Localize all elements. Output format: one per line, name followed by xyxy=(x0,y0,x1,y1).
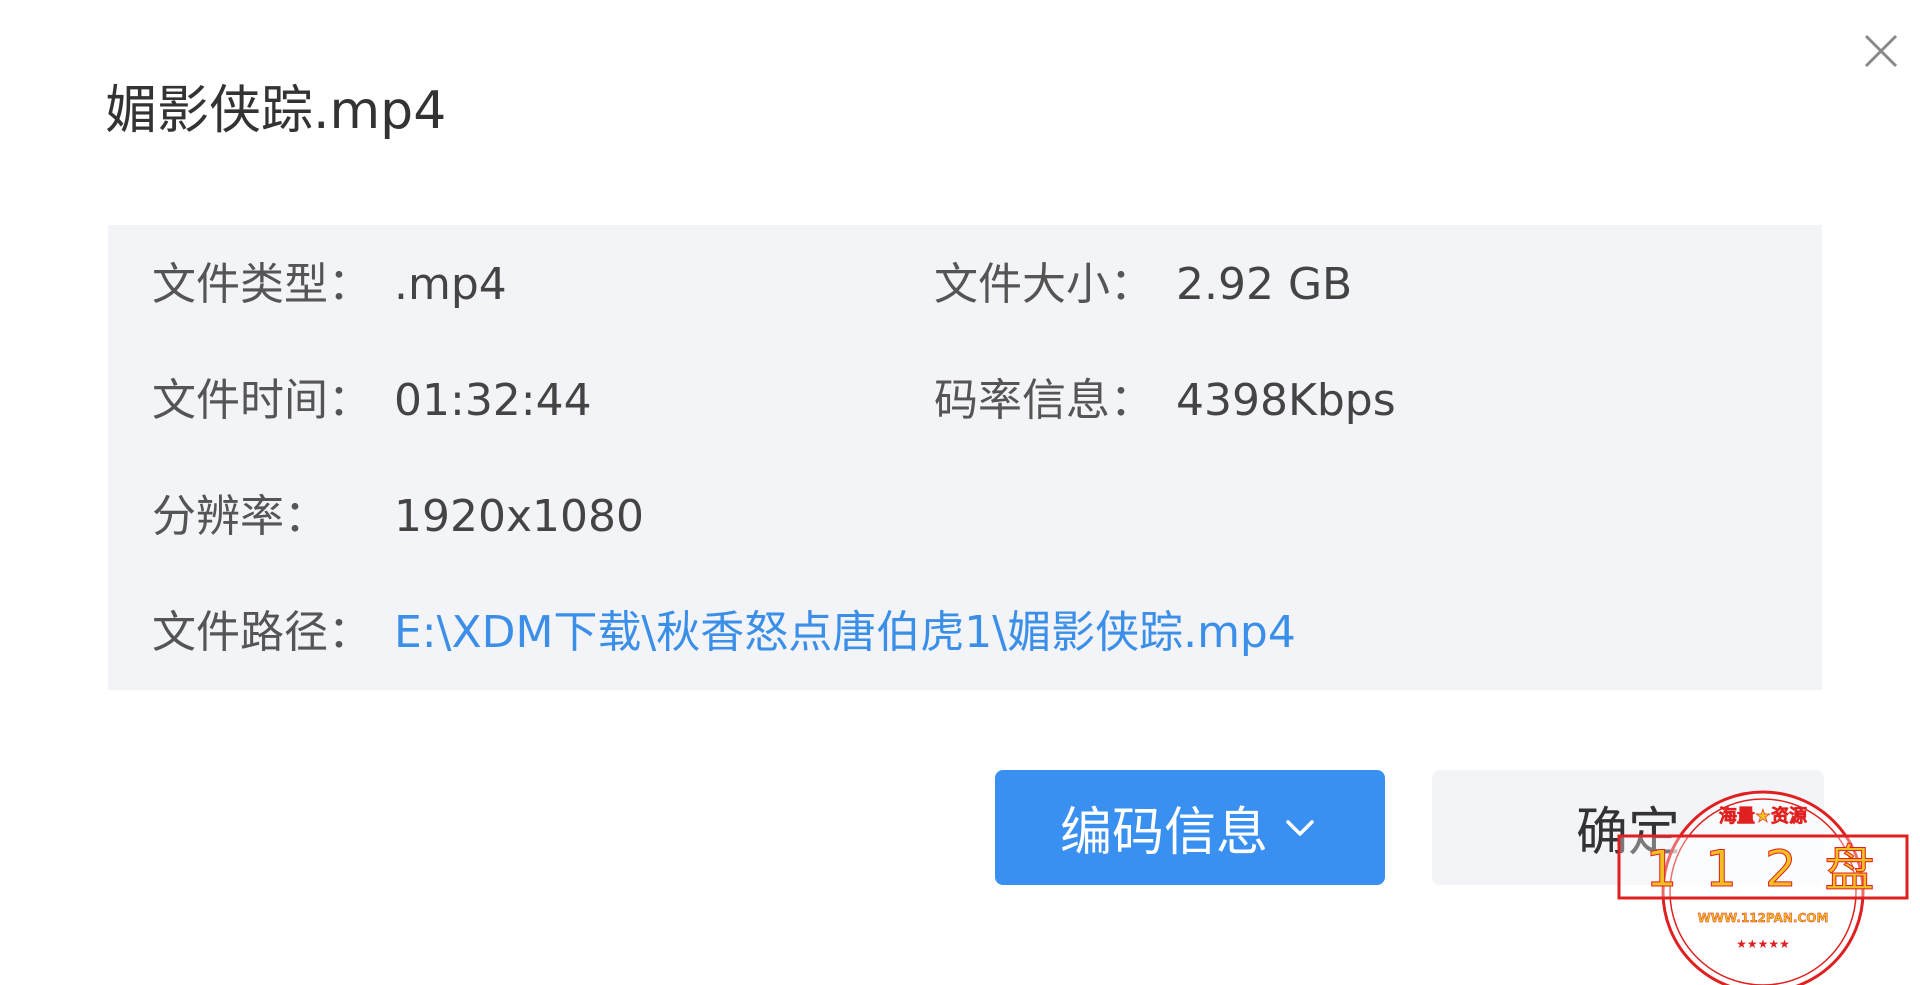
codec-info-button[interactable]: 编码信息 xyxy=(995,770,1385,885)
svg-text:★★★★★: ★★★★★ xyxy=(1736,937,1790,951)
file-size-label: 文件大小： xyxy=(934,259,1154,310)
confirm-button[interactable]: 确定 xyxy=(1432,770,1824,885)
resolution-label: 分辨率： xyxy=(152,491,328,542)
file-time-label: 文件时间： xyxy=(152,375,372,426)
confirm-label: 确定 xyxy=(1575,803,1680,863)
close-icon xyxy=(1864,34,1898,68)
svg-text:WWW.112PAN.COM: WWW.112PAN.COM xyxy=(1698,911,1829,925)
file-path-link[interactable]: E:\XDM下载\秋香怒点唐伯虎1\媚影侠踪.mp4 xyxy=(394,605,1296,661)
chevron-down-icon xyxy=(1280,808,1320,848)
file-info-dialog: 媚影侠踪.mp4 文件类型： .mp4 文件大小： 2.92 GB 文件时间： … xyxy=(0,0,1920,985)
file-path-label: 文件路径： xyxy=(152,607,372,658)
resolution-value: 1920x1080 xyxy=(394,491,644,542)
bitrate-value: 4398Kbps xyxy=(1176,375,1396,426)
dialog-title: 媚影侠踪.mp4 xyxy=(105,81,447,141)
file-type-value: .mp4 xyxy=(394,259,507,310)
close-button[interactable] xyxy=(1858,28,1904,74)
bitrate-label: 码率信息： xyxy=(934,375,1154,426)
codec-info-label: 编码信息 xyxy=(1059,803,1268,863)
file-time-value: 01:32:44 xyxy=(394,375,592,426)
file-type-label: 文件类型： xyxy=(152,259,372,310)
file-info-panel: 文件类型： .mp4 文件大小： 2.92 GB 文件时间： 01:32:44 … xyxy=(108,225,1822,690)
file-size-value: 2.92 GB xyxy=(1176,259,1353,310)
